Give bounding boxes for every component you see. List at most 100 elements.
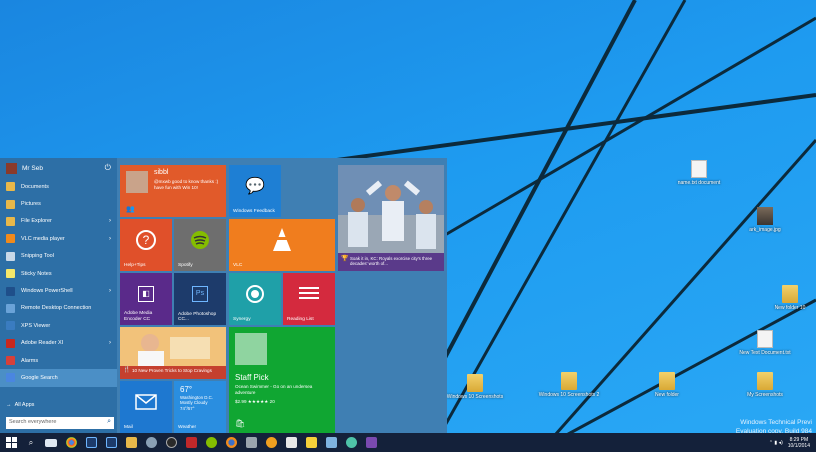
tile-weather[interactable]: 67° Washington D.C. Mostly Cloudy 74°/57… [174, 381, 226, 433]
app-icon-circle[interactable] [342, 434, 360, 451]
app-item-snipping-tool[interactable]: Snipping Tool [0, 248, 117, 265]
file-explorer-icon [6, 216, 15, 226]
folder-icon [6, 182, 15, 192]
vlc-cone-icon [273, 227, 291, 251]
chevron-right-icon[interactable]: › [109, 288, 111, 294]
tile-windows-feedback[interactable]: 💬 Windows Feedback [229, 165, 281, 217]
tile-news[interactable]: 🏆 Soak it in, KC: Royals exorcise city's… [338, 165, 444, 271]
firefox-icon[interactable] [222, 434, 240, 451]
app-item-pictures[interactable]: Pictures [0, 195, 117, 212]
desktop-icon-8[interactable]: My Screenshots [734, 372, 796, 398]
desktop-icon-6[interactable]: Windows 10 Screenshots 2 [538, 372, 600, 398]
app-item-powershell[interactable]: Windows PowerShell › [0, 282, 117, 299]
text-file-icon [757, 330, 773, 348]
tile-vlc[interactable]: VLC [229, 219, 335, 271]
app-item-google-search[interactable]: Google Search [0, 369, 117, 387]
tile-people[interactable]: sibbl @mxwb good to know thanks :) have … [120, 165, 226, 217]
task-view-icon[interactable] [42, 434, 60, 451]
app-item-adobe-reader[interactable]: Adobe Reader XI › [0, 335, 117, 352]
search-input[interactable]: Search everywhere ⌕ [6, 417, 114, 429]
tile-mail[interactable]: Mail [120, 381, 172, 433]
app-icon-tiles[interactable] [282, 434, 300, 451]
desktop-icon-4[interactable]: New Text Document.txt [734, 330, 796, 356]
tile-food-caption-bar: 🍴 10 New Proven Tricks to Stop Cravings [120, 366, 226, 379]
desktop-icon-7[interactable]: New folder [636, 372, 698, 398]
avatar [6, 162, 17, 174]
chevron-right-icon[interactable]: › [109, 236, 111, 242]
desktop-icon-5[interactable]: Windows 10 Screenshots [444, 374, 506, 400]
store-icon: 🛍 [235, 419, 246, 428]
weather-range: 74°/57° [180, 405, 195, 411]
alarm-icon [6, 356, 15, 366]
clock-time: 8:29 PM [789, 436, 809, 443]
tile-media-encoder[interactable]: ◧ Adobe Media Encoder CC [120, 273, 172, 325]
tile-spotify[interactable]: Spotify [174, 219, 226, 271]
media-encoder-icon: ◧ [138, 285, 154, 302]
desktop-icon-2[interactable]: ark_image.jpg [734, 207, 796, 233]
app-item-xps-viewer[interactable]: XPS Viewer [0, 317, 117, 334]
search-icon[interactable]: ⌕ [107, 418, 111, 426]
network-icon[interactable]: ▮ [774, 440, 777, 446]
chrome-icon[interactable] [62, 434, 80, 451]
settings-icon[interactable] [362, 434, 380, 451]
note-icon [6, 269, 15, 279]
clock[interactable]: 8:29 PM 10/1/2014 [788, 437, 810, 449]
pictures-icon [6, 199, 15, 209]
help-icon: ? [136, 229, 156, 250]
tile-photoshop[interactable]: Ps Adobe Photoshop CC... [174, 273, 226, 325]
app-icon-gray[interactable] [242, 434, 260, 451]
app-icon-orange[interactable] [262, 434, 280, 451]
app-item-file-explorer[interactable]: File Explorer › [0, 213, 117, 230]
app-item-remote-desktop[interactable]: Remote Desktop Connection [0, 300, 117, 317]
tile-reading-list[interactable]: Reading List [283, 273, 335, 325]
app-item-documents[interactable]: Documents [0, 178, 117, 195]
app-item-vlc[interactable]: VLC media player › [0, 230, 117, 247]
scissors-icon [6, 251, 15, 261]
tile-store[interactable]: Staff Pick Ocean Swimmer - Go on an unde… [229, 327, 335, 433]
remote-desktop-icon [6, 303, 15, 313]
clock-date: 10/1/2014 [787, 442, 810, 449]
feedback-icon: 💬 [245, 177, 265, 195]
food-icon: 🍴 [123, 367, 131, 373]
filezilla-icon[interactable] [182, 434, 200, 451]
tile-help-tips[interactable]: ? Help+Tips [120, 219, 172, 271]
synergy-icon [246, 284, 264, 303]
steam-icon[interactable] [142, 434, 160, 451]
desktop-icon-1[interactable]: name.txt document [668, 160, 730, 186]
tile-food[interactable]: 🍴 10 New Proven Tricks to Stop Cravings [120, 327, 226, 379]
folder-icon [757, 372, 773, 390]
app-icon-network[interactable] [322, 434, 340, 451]
desktop-icon-3[interactable]: New folder 10 [764, 285, 816, 311]
music-icon[interactable] [162, 434, 180, 451]
chevron-right-icon[interactable]: › [109, 340, 111, 346]
chevron-up-icon[interactable]: ⌃ [769, 440, 773, 446]
tile-news-caption-bar: 🏆 Soak it in, KC: Royals exorcise city's… [338, 253, 444, 271]
photoshop-taskbar-icon[interactable] [82, 434, 100, 451]
app-list: Documents Pictures File Explorer › VLC m… [0, 178, 117, 387]
explorer-icon[interactable] [122, 434, 140, 451]
app-icon-yellow[interactable] [302, 434, 320, 451]
weather-temp: 67° [180, 385, 193, 394]
folder-icon [782, 285, 798, 303]
search-icon[interactable]: ⌕ [22, 434, 40, 451]
powershell-icon [6, 286, 15, 296]
all-apps-link[interactable]: → All Apps [6, 402, 34, 408]
user-account[interactable]: Mr Seb ⏻ [0, 158, 117, 178]
spotify-taskbar-icon[interactable] [202, 434, 220, 451]
store-staff-pick: Staff Pick [235, 373, 269, 382]
news-photo [338, 165, 444, 253]
power-icon[interactable]: ⏻ [105, 163, 111, 173]
photoshop-taskbar-icon-2[interactable] [102, 434, 120, 451]
mail-icon [135, 394, 157, 410]
taskbar: ⌕ ⌃ ▮ ◂) 8:29 PM 10/1/2014 [0, 433, 816, 452]
reading-list-icon [299, 286, 319, 299]
start-menu: Mr Seb ⏻ Documents Pictures File Explore… [0, 158, 447, 433]
volume-icon[interactable]: ◂) [779, 440, 783, 446]
start-menu-app-list-panel: Mr Seb ⏻ Documents Pictures File Explore… [0, 158, 117, 433]
app-item-alarms[interactable]: Alarms [0, 352, 117, 369]
start-button[interactable] [2, 434, 20, 451]
chevron-right-icon[interactable]: › [109, 218, 111, 224]
app-item-sticky-notes[interactable]: Sticky Notes [0, 265, 117, 282]
tile-synergy[interactable]: Synergy [229, 273, 281, 325]
spotify-icon [191, 230, 209, 249]
